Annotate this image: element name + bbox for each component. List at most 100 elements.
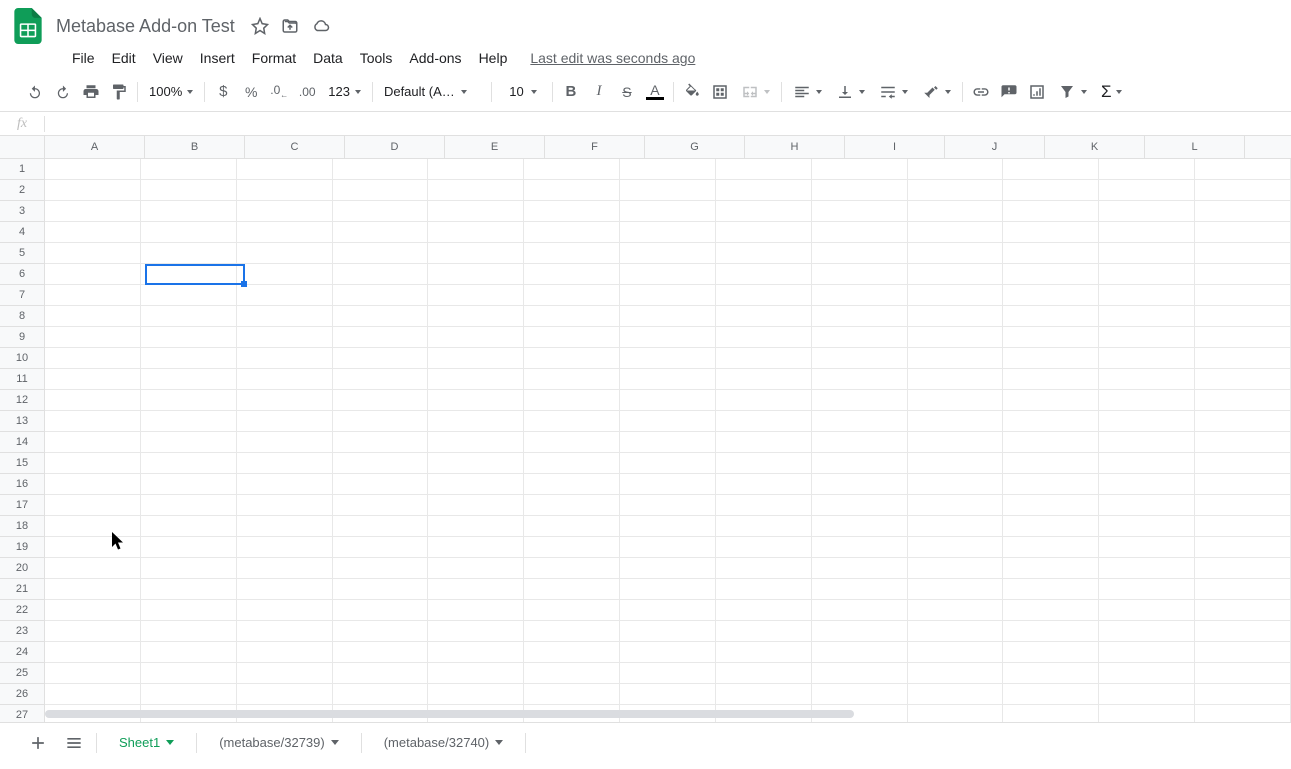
cell[interactable] — [812, 579, 908, 600]
cell[interactable] — [45, 243, 141, 264]
cell[interactable] — [1099, 516, 1195, 537]
all-sheets-button[interactable] — [60, 729, 88, 757]
cell[interactable] — [716, 243, 812, 264]
column-header[interactable]: G — [645, 136, 745, 158]
cell[interactable] — [1003, 411, 1099, 432]
merge-cells-button[interactable] — [735, 79, 776, 105]
cell[interactable] — [812, 663, 908, 684]
cell[interactable] — [1195, 474, 1291, 495]
cell[interactable] — [428, 432, 524, 453]
cell[interactable] — [141, 411, 237, 432]
cell[interactable] — [908, 516, 1004, 537]
cell[interactable] — [1003, 222, 1099, 243]
cell[interactable] — [620, 201, 716, 222]
cell[interactable] — [141, 201, 237, 222]
cell[interactable] — [333, 285, 429, 306]
cell[interactable] — [237, 327, 333, 348]
cell[interactable] — [333, 642, 429, 663]
text-rotation-button[interactable] — [916, 79, 957, 105]
cell[interactable] — [141, 285, 237, 306]
bold-button[interactable]: B — [558, 79, 584, 105]
cell[interactable] — [524, 663, 620, 684]
cell[interactable] — [908, 411, 1004, 432]
cell[interactable] — [524, 369, 620, 390]
cell[interactable] — [333, 516, 429, 537]
cell[interactable] — [333, 474, 429, 495]
row-header[interactable]: 10 — [0, 348, 44, 369]
column-header[interactable]: L — [1145, 136, 1245, 158]
cell[interactable] — [1003, 348, 1099, 369]
cell[interactable] — [716, 495, 812, 516]
cell[interactable] — [237, 432, 333, 453]
cell[interactable] — [45, 411, 141, 432]
cell[interactable] — [141, 222, 237, 243]
cell[interactable] — [141, 180, 237, 201]
cell[interactable] — [428, 495, 524, 516]
cell[interactable] — [141, 558, 237, 579]
cell[interactable] — [333, 369, 429, 390]
cell[interactable] — [1003, 621, 1099, 642]
cell[interactable] — [45, 369, 141, 390]
cell[interactable] — [716, 159, 812, 180]
cell[interactable] — [620, 243, 716, 264]
cell[interactable] — [716, 222, 812, 243]
cell[interactable] — [908, 432, 1004, 453]
cell[interactable] — [1195, 432, 1291, 453]
cell[interactable] — [428, 579, 524, 600]
cell[interactable] — [524, 600, 620, 621]
cell[interactable] — [1099, 621, 1195, 642]
cell[interactable] — [237, 537, 333, 558]
cell[interactable] — [812, 621, 908, 642]
cell[interactable] — [524, 684, 620, 705]
cell[interactable] — [1195, 306, 1291, 327]
cell[interactable] — [1195, 495, 1291, 516]
cell[interactable] — [620, 600, 716, 621]
cell[interactable] — [524, 222, 620, 243]
cell[interactable] — [428, 663, 524, 684]
row-header[interactable]: 14 — [0, 432, 44, 453]
cell[interactable] — [45, 327, 141, 348]
cell[interactable] — [524, 327, 620, 348]
last-edit-link[interactable]: Last edit was seconds ago — [530, 50, 695, 66]
cell[interactable] — [1195, 621, 1291, 642]
cell[interactable] — [428, 621, 524, 642]
row-header[interactable]: 1 — [0, 159, 44, 180]
cell[interactable] — [812, 327, 908, 348]
cell[interactable] — [812, 684, 908, 705]
column-header[interactable]: K — [1045, 136, 1145, 158]
cell[interactable] — [908, 579, 1004, 600]
column-header[interactable]: E — [445, 136, 545, 158]
move-icon[interactable] — [281, 17, 299, 35]
cell[interactable] — [908, 390, 1004, 411]
row-header[interactable]: 3 — [0, 201, 44, 222]
cell[interactable] — [908, 684, 1004, 705]
cell[interactable] — [620, 558, 716, 579]
strikethrough-button[interactable]: S — [614, 79, 640, 105]
cell[interactable] — [45, 285, 141, 306]
cell[interactable] — [428, 474, 524, 495]
column-header[interactable]: F — [545, 136, 645, 158]
cell[interactable] — [333, 306, 429, 327]
cell[interactable] — [333, 600, 429, 621]
column-header[interactable]: D — [345, 136, 445, 158]
menu-insert[interactable]: Insert — [192, 46, 243, 70]
cell[interactable] — [620, 411, 716, 432]
cell[interactable] — [620, 684, 716, 705]
cell[interactable] — [237, 642, 333, 663]
cell[interactable] — [1195, 579, 1291, 600]
cell[interactable] — [1099, 264, 1195, 285]
row-header[interactable]: 21 — [0, 579, 44, 600]
star-icon[interactable] — [251, 17, 269, 35]
cell[interactable] — [620, 453, 716, 474]
cell[interactable] — [45, 684, 141, 705]
cell[interactable] — [333, 663, 429, 684]
column-header[interactable]: J — [945, 136, 1045, 158]
cell[interactable] — [141, 474, 237, 495]
cell[interactable] — [45, 201, 141, 222]
cell[interactable] — [237, 621, 333, 642]
column-header[interactable]: I — [845, 136, 945, 158]
cell[interactable] — [620, 180, 716, 201]
cell[interactable] — [333, 327, 429, 348]
cell[interactable] — [237, 453, 333, 474]
zoom-dropdown[interactable]: 100% — [143, 79, 199, 105]
